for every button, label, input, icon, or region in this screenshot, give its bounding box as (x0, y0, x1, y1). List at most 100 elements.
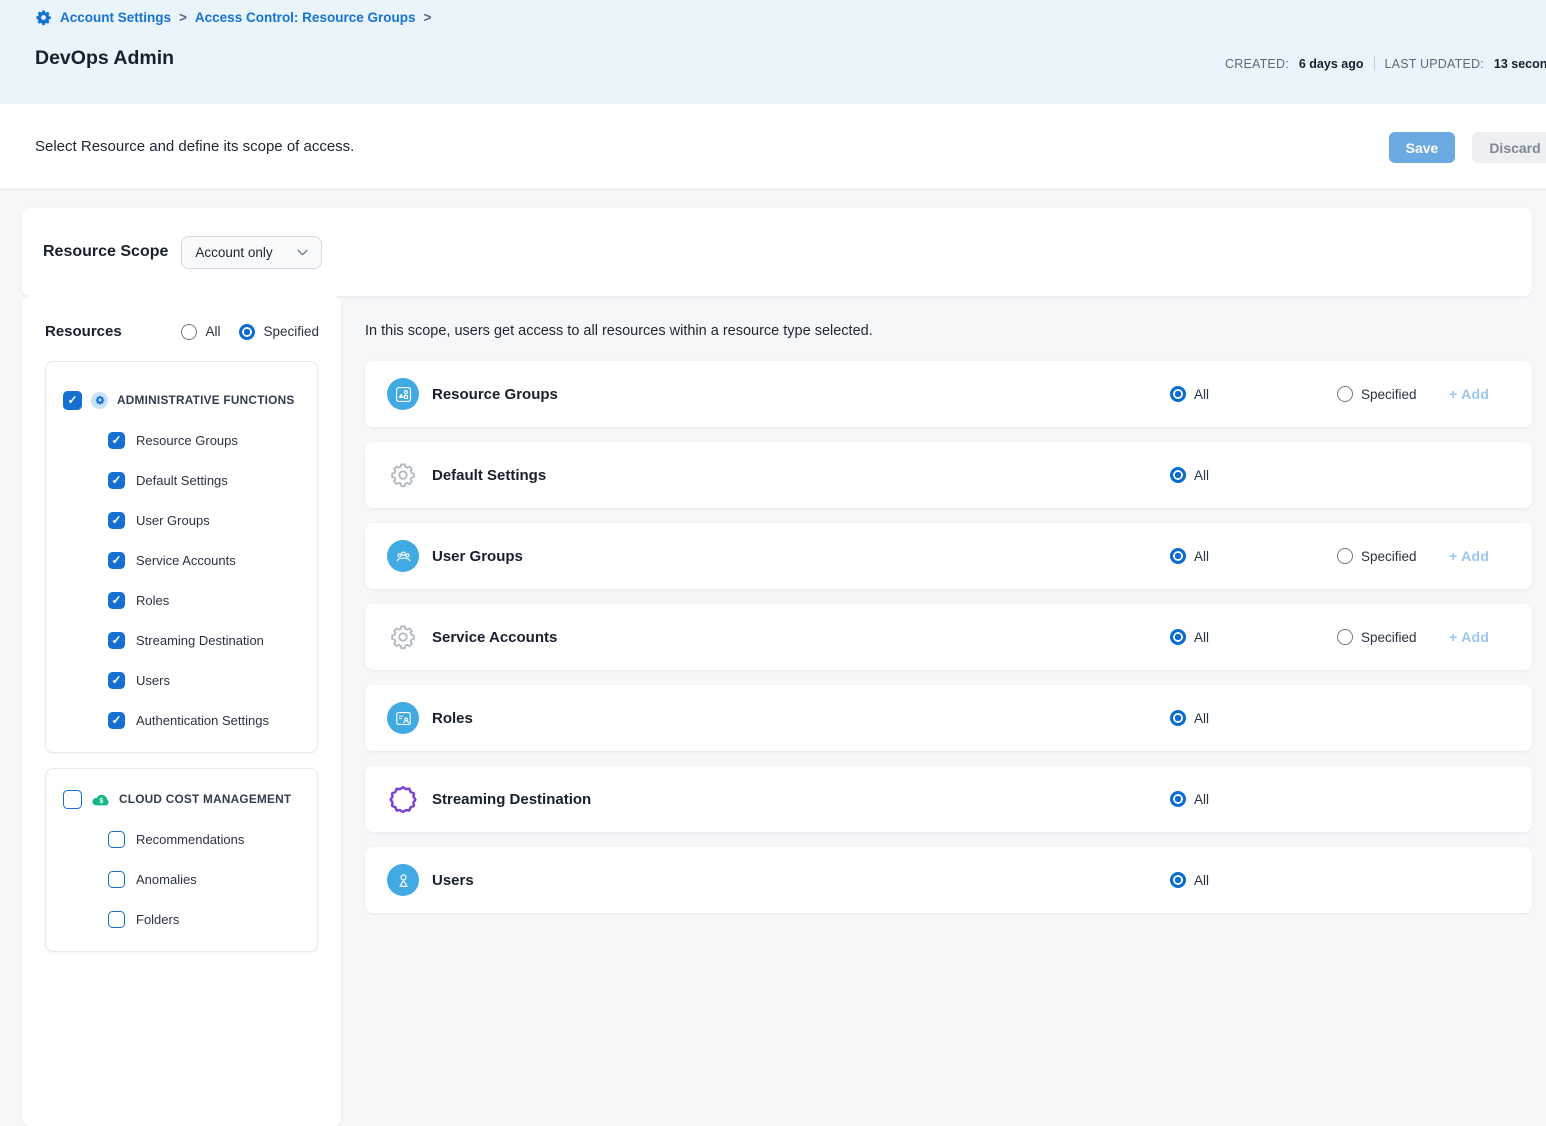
radio-all-label: All (1194, 468, 1209, 483)
group-label: CLOUD COST MANAGEMENT (119, 792, 291, 806)
sidebar-group-administrative-functions: ADMINISTRATIVE FUNCTIONS Resource Groups… (45, 361, 318, 753)
radio-all-label: All (205, 324, 220, 339)
radio-specified-icon[interactable] (239, 324, 255, 340)
resources-radio-specified[interactable]: Specified (239, 324, 319, 340)
radio-specified[interactable]: Specified (1337, 548, 1417, 564)
radio-specified-icon[interactable] (1337, 386, 1353, 402)
checkbox-administrative-functions[interactable] (63, 391, 82, 410)
resources-header: Resources All Specified (22, 296, 341, 340)
item-label: Streaming Destination (136, 633, 264, 648)
content-region: Resource Scope Account only Resources Al… (0, 190, 1546, 915)
radio-all[interactable]: All (1170, 791, 1209, 807)
sidebar-item-folders: Folders (46, 899, 317, 939)
checkbox-cloud-cost-management[interactable] (63, 790, 82, 809)
user-groups-icon (387, 540, 419, 572)
discard-button[interactable]: Discard (1472, 132, 1546, 163)
created-label: CREATED: (1225, 57, 1289, 71)
action-bar: Select Resource and define its scope of … (0, 104, 1546, 190)
checkbox-user-groups[interactable] (108, 512, 125, 529)
breadcrumb-link-account-settings[interactable]: Account Settings (60, 10, 171, 25)
row-title: Resource Groups (432, 386, 558, 403)
checkbox-recommendations[interactable] (108, 831, 125, 848)
radio-all[interactable]: All (1170, 467, 1209, 483)
add-button[interactable]: + Add (1449, 548, 1489, 564)
radio-all-icon[interactable] (1170, 548, 1186, 564)
record-meta: CREATED: 6 days ago LAST UPDATED: 13 sec… (1225, 56, 1546, 71)
radio-all-icon[interactable] (1170, 710, 1186, 726)
add-button[interactable]: + Add (1449, 386, 1489, 402)
page-header: Account Settings > Access Control: Resou… (0, 0, 1546, 104)
cloud-cost-icon: $ (91, 792, 110, 807)
sidebar-item-roles: Roles (46, 580, 317, 620)
last-updated-label: LAST UPDATED: (1385, 57, 1484, 71)
roles-icon (387, 702, 419, 734)
row-resource-groups: Resource Groups All Specified + Add (365, 361, 1532, 427)
item-label: Recommendations (136, 832, 244, 847)
radio-specified-icon[interactable] (1337, 548, 1353, 564)
sidebar-item-default-settings: Default Settings (46, 460, 317, 500)
radio-specified-label: Specified (263, 324, 319, 339)
radio-all[interactable]: All (1170, 386, 1209, 402)
radio-all-icon[interactable] (1170, 467, 1186, 483)
radio-all-label: All (1194, 711, 1209, 726)
radio-all-icon[interactable] (181, 324, 197, 340)
row-service-accounts: Service Accounts All Specified + Add (365, 604, 1532, 670)
sidebar-item-authentication-settings: Authentication Settings (46, 700, 317, 740)
settings-gear-icon (35, 9, 52, 26)
resource-scope-dropdown[interactable]: Account only (181, 236, 321, 269)
sidebar-item-anomalies: Anomalies (46, 859, 317, 899)
sidebar-item-streaming-destination: Streaming Destination (46, 620, 317, 660)
resource-rows: Resource Groups All Specified + Add Defa… (365, 361, 1532, 913)
breadcrumb-separator: > (423, 10, 431, 25)
row-users: Users All (365, 847, 1532, 913)
radio-specified[interactable]: Specified (1337, 629, 1417, 645)
resources-sidebar: Resources All Specified ADMINISTRATIVE (22, 296, 341, 1126)
row-roles: Roles All (365, 685, 1532, 751)
checkbox-resource-groups[interactable] (108, 432, 125, 449)
save-button[interactable]: Save (1389, 132, 1455, 163)
row-streaming-destination: Streaming Destination All (365, 766, 1532, 832)
radio-all[interactable]: All (1170, 710, 1209, 726)
radio-specified[interactable]: Specified (1337, 386, 1417, 402)
checkbox-folders[interactable] (108, 911, 125, 928)
breadcrumb-separator: > (179, 10, 187, 25)
item-label: Resource Groups (136, 433, 238, 448)
checkbox-streaming-destination[interactable] (108, 632, 125, 649)
item-label: Roles (136, 593, 169, 608)
radio-all-label: All (1194, 630, 1209, 645)
add-button[interactable]: + Add (1449, 629, 1489, 645)
item-label: Folders (136, 912, 179, 927)
row-title: Default Settings (432, 467, 546, 484)
radio-all[interactable]: All (1170, 629, 1209, 645)
checkbox-anomalies[interactable] (108, 871, 125, 888)
chevron-down-icon (297, 249, 308, 256)
gear-icon (387, 459, 419, 491)
radio-all-icon[interactable] (1170, 629, 1186, 645)
row-title: Service Accounts (432, 629, 557, 646)
meta-divider (1374, 56, 1375, 71)
created-value: 6 days ago (1299, 57, 1364, 71)
row-user-groups: User Groups All Specified + Add (365, 523, 1532, 589)
users-icon (387, 864, 419, 896)
checkbox-service-accounts[interactable] (108, 552, 125, 569)
breadcrumb: Account Settings > Access Control: Resou… (35, 9, 431, 26)
item-label: Default Settings (136, 473, 228, 488)
checkbox-roles[interactable] (108, 592, 125, 609)
checkbox-authentication-settings[interactable] (108, 712, 125, 729)
radio-specified-icon[interactable] (1337, 629, 1353, 645)
radio-all[interactable]: All (1170, 872, 1209, 888)
row-title: User Groups (432, 548, 523, 565)
page-title: DevOps Admin (35, 47, 174, 70)
item-label: Authentication Settings (136, 713, 269, 728)
group-label: ADMINISTRATIVE FUNCTIONS (117, 393, 295, 407)
radio-all-icon[interactable] (1170, 791, 1186, 807)
row-title: Streaming Destination (432, 791, 591, 808)
resources-radio-all[interactable]: All (181, 324, 220, 340)
checkbox-default-settings[interactable] (108, 472, 125, 489)
radio-all-icon[interactable] (1170, 386, 1186, 402)
checkbox-users[interactable] (108, 672, 125, 689)
breadcrumb-link-access-control[interactable]: Access Control: Resource Groups (195, 10, 416, 25)
radio-all-label: All (1194, 792, 1209, 807)
radio-all-icon[interactable] (1170, 872, 1186, 888)
radio-all[interactable]: All (1170, 548, 1209, 564)
